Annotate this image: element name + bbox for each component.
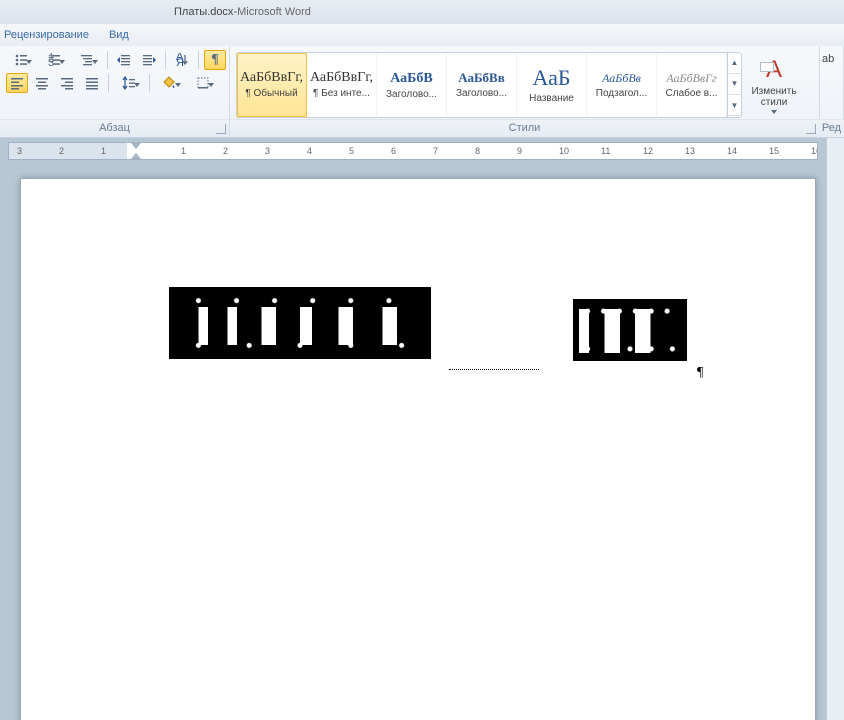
bullets-button[interactable] xyxy=(6,50,36,70)
styles-scroll-up-icon[interactable]: ▲ xyxy=(728,53,741,74)
tab-view[interactable]: Вид xyxy=(109,29,129,41)
hanging-indent[interactable] xyxy=(131,151,141,159)
ruler-area: 3211234567891011121314151617 xyxy=(0,138,844,160)
titlebar: Платы.docx - Microsoft Word xyxy=(0,0,844,24)
align-center-button[interactable] xyxy=(31,73,53,93)
multilevel-list-button[interactable] xyxy=(72,50,102,70)
shading-button[interactable] xyxy=(155,73,185,93)
style-heading2[interactable]: АаБбВвЗаголово... xyxy=(447,53,517,117)
change-styles-icon xyxy=(766,56,782,84)
show-marks-button[interactable]: ¶ xyxy=(204,50,226,70)
style-normal[interactable]: АаБбВвГг,¶ Обычный xyxy=(237,53,307,117)
style-no-spacing[interactable]: АаБбВвГг,¶ Без инте... xyxy=(307,53,377,117)
pcb-image-2[interactable] xyxy=(573,299,687,361)
group-label-paragraph: Абзац xyxy=(0,119,229,137)
line-spacing-button[interactable] xyxy=(114,73,144,93)
ribbon-tabs: Рецензирование Вид xyxy=(0,24,844,46)
align-left-button[interactable] xyxy=(6,73,28,93)
numbering-button[interactable]: 123 xyxy=(39,50,69,70)
style-title[interactable]: АаБНазвание xyxy=(517,53,587,117)
svg-text:3: 3 xyxy=(48,57,54,67)
align-right-button[interactable] xyxy=(56,73,78,93)
first-line-indent[interactable] xyxy=(131,143,141,151)
styles-gallery: АаБбВвГг,¶ Обычный АаБбВвГг,¶ Без инте..… xyxy=(236,52,742,118)
paragraph-dialog-icon[interactable] xyxy=(216,124,226,134)
tab-leader xyxy=(449,369,539,370)
svg-text:Я: Я xyxy=(176,57,184,67)
page[interactable]: ¶ xyxy=(20,178,816,720)
document-name: Платы.docx xyxy=(174,6,233,18)
group-label-editing: Ред xyxy=(816,119,844,137)
sort-button[interactable]: AЯ xyxy=(171,50,193,70)
document-area: ¶ xyxy=(8,160,822,720)
app-name: Microsoft Word xyxy=(237,6,311,18)
pcb-image-1[interactable] xyxy=(169,287,431,359)
tab-review[interactable]: Рецензирование xyxy=(4,29,89,41)
decrease-indent-button[interactable] xyxy=(113,50,135,70)
styles-scroll: ▲ ▼ ▼ xyxy=(727,53,741,117)
vertical-scrollbar[interactable] xyxy=(826,138,844,720)
style-subtle-emphasis[interactable]: АаБбВвГгСлабое в... xyxy=(657,53,727,117)
group-label-styles: Стили xyxy=(230,119,819,137)
paragraph-mark: ¶ xyxy=(697,365,703,381)
style-subtitle[interactable]: АаБбВвПодзагол... xyxy=(587,53,657,117)
borders-button[interactable] xyxy=(188,73,218,93)
increase-indent-button[interactable] xyxy=(138,50,160,70)
horizontal-ruler[interactable]: 3211234567891011121314151617 xyxy=(8,142,818,160)
group-paragraph: 123 AЯ ¶ xyxy=(0,46,230,137)
chevron-down-icon xyxy=(771,110,777,114)
styles-scroll-down-icon[interactable]: ▼ xyxy=(728,74,741,95)
ribbon: 123 AЯ ¶ xyxy=(0,46,844,138)
style-heading1[interactable]: АаБбВЗаголово... xyxy=(377,53,447,117)
styles-expand-icon[interactable]: ▼ xyxy=(728,95,741,116)
change-styles-button[interactable]: Изменить стили xyxy=(746,56,802,114)
svg-text:ab: ab xyxy=(822,53,834,65)
align-justify-button[interactable] xyxy=(81,73,103,93)
find-button[interactable]: ab xyxy=(822,50,834,68)
group-editing: ab Ред xyxy=(820,46,844,137)
group-styles: АаБбВвГг,¶ Обычный АаБбВвГг,¶ Без инте..… xyxy=(230,46,820,137)
styles-dialog-icon[interactable] xyxy=(806,124,816,134)
